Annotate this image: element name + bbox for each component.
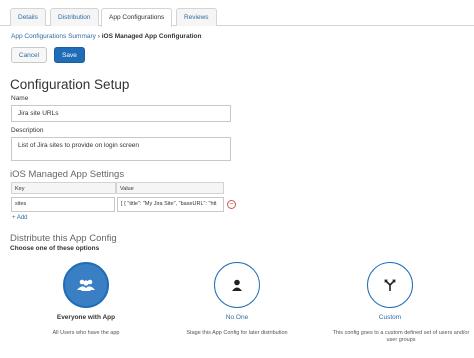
- distribute-title: Distribute this App Config: [10, 233, 117, 244]
- fork-arrow-icon: [384, 279, 396, 291]
- value-input[interactable]: [ { "title": "My Jira Site", "baseURL": …: [117, 197, 224, 212]
- breadcrumb-current: iOS Managed App Configuration: [101, 33, 202, 40]
- key-input[interactable]: sites: [11, 197, 115, 212]
- name-field[interactable]: Jira site URLs: [11, 105, 231, 122]
- remove-row-button[interactable]: −: [227, 200, 236, 209]
- tab-reviews[interactable]: Reviews: [176, 8, 217, 26]
- user-icon: [232, 279, 242, 291]
- page-title: Configuration Setup: [10, 77, 130, 92]
- breadcrumb-separator: ›: [97, 33, 100, 40]
- tab-distribution[interactable]: Distribution: [50, 8, 99, 26]
- tab-details[interactable]: Details: [10, 8, 46, 26]
- option-everyone-description: All Users who have the app: [52, 330, 120, 336]
- save-button[interactable]: Save: [54, 47, 85, 63]
- name-label: Name: [11, 95, 29, 102]
- value-column-header: Value: [116, 182, 224, 194]
- option-custom-button[interactable]: [367, 262, 413, 308]
- add-setting-link[interactable]: + Add: [12, 215, 28, 221]
- key-column-header: Key: [11, 182, 116, 194]
- option-no-one-title[interactable]: No One: [226, 314, 248, 321]
- description-label: Description: [11, 127, 44, 134]
- group-icon: [77, 279, 95, 291]
- tab-app-configurations[interactable]: App Configurations: [101, 8, 173, 27]
- breadcrumb: App Configurations Summary › iOS Managed…: [11, 33, 202, 40]
- description-field[interactable]: List of Jira sites to provide on login s…: [11, 137, 231, 161]
- minus-icon: −: [229, 199, 234, 208]
- option-no-one-description: Stage this App Config for later distribu…: [186, 330, 288, 336]
- option-everyone-title: Everyone with App: [56, 314, 116, 321]
- tab-bar: Details Distribution App Configurations …: [0, 0, 474, 27]
- option-custom-title[interactable]: Custom: [379, 314, 401, 321]
- breadcrumb-link[interactable]: App Configurations Summary: [11, 33, 96, 40]
- option-everyone-button[interactable]: [63, 262, 109, 308]
- option-custom-description: This config goes to a custom defined set…: [332, 330, 470, 343]
- cancel-button[interactable]: Cancel: [11, 47, 47, 63]
- settings-title: iOS Managed App Settings: [10, 169, 125, 180]
- option-no-one-button[interactable]: [214, 262, 260, 308]
- distribute-subtitle: Choose one of these options: [10, 245, 100, 252]
